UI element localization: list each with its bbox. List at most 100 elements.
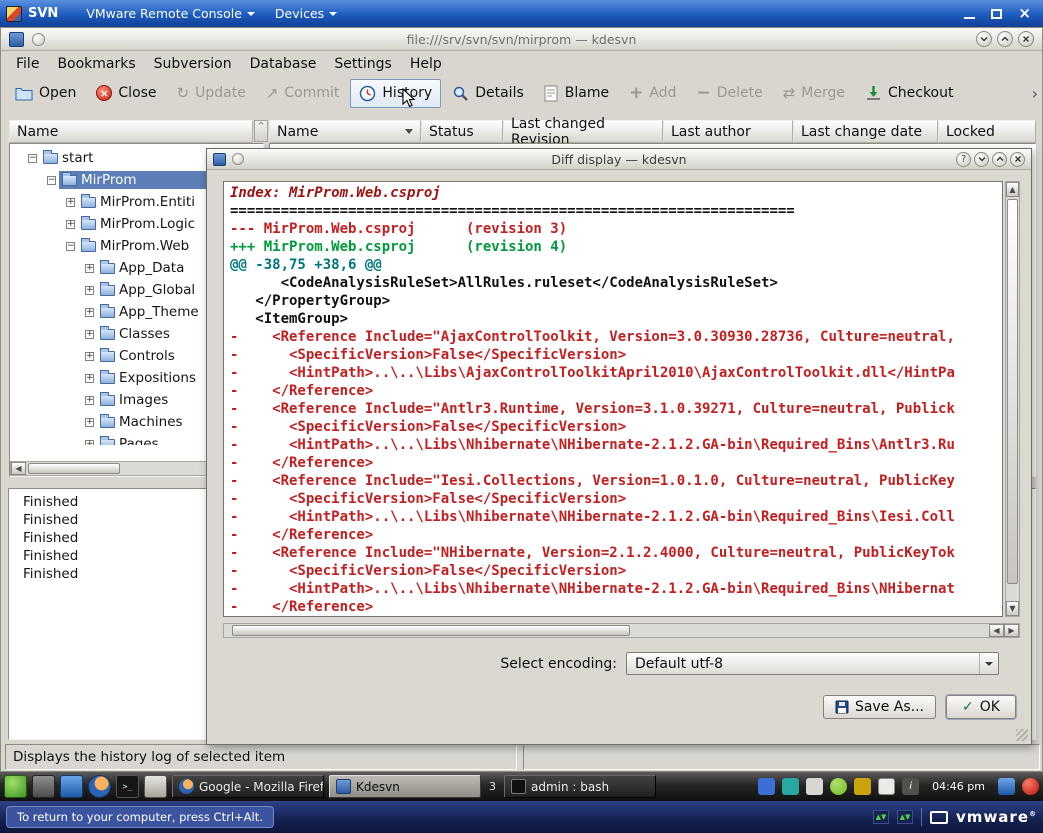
task-bash[interactable]: admin : bash xyxy=(504,775,656,798)
menu-database[interactable]: Database xyxy=(241,53,326,75)
folder-icon xyxy=(100,259,115,274)
open-button[interactable]: Open xyxy=(6,79,85,108)
column-header-date[interactable]: Last change date xyxy=(793,120,938,143)
diff-horizontal-scrollbar[interactable]: ◀ ▶ xyxy=(223,623,1020,638)
vmware-menu-console[interactable]: VMware Remote Console xyxy=(76,3,265,24)
details-button[interactable]: Details xyxy=(443,79,533,108)
scroll-left-icon[interactable]: ◀ xyxy=(11,462,26,475)
disk-activity-icon[interactable]: ▲▼ xyxy=(897,810,914,824)
show-desktop-icon[interactable] xyxy=(32,775,55,798)
maximize-button[interactable] xyxy=(997,31,1013,47)
expander-icon[interactable]: − xyxy=(28,153,37,163)
resize-grip[interactable] xyxy=(1016,729,1028,741)
close-button[interactable] xyxy=(1010,151,1025,167)
toolbar-overflow-icon[interactable]: › xyxy=(1032,84,1038,103)
web-browser-icon[interactable] xyxy=(60,775,83,798)
tree-column-header[interactable]: Name xyxy=(9,120,253,143)
expander-icon[interactable]: − xyxy=(66,241,75,251)
menu-help[interactable]: Help xyxy=(401,53,451,75)
network-activity-icon[interactable]: ▲▼ xyxy=(873,810,890,824)
sticky-button[interactable] xyxy=(232,153,244,165)
vmware-menu-devices[interactable]: Devices xyxy=(265,3,347,24)
column-header-revision[interactable]: Last changed Revision xyxy=(503,116,663,148)
expander-icon[interactable]: + xyxy=(85,329,94,339)
volume-icon[interactable] xyxy=(854,778,872,795)
kmenu-icon[interactable] xyxy=(4,775,27,798)
menu-subversion[interactable]: Subversion xyxy=(145,53,241,75)
clock[interactable]: 04:46 pm xyxy=(926,780,991,793)
minimize-button[interactable] xyxy=(964,16,976,19)
scroll-thumb[interactable] xyxy=(232,625,630,636)
expander-icon[interactable]: + xyxy=(85,351,94,361)
wallet-icon[interactable] xyxy=(758,778,776,795)
blame-button[interactable]: Blame xyxy=(535,79,618,108)
task-firefox[interactable]: Google - Mozilla Firef... xyxy=(172,775,324,798)
shutdown-icon[interactable] xyxy=(1022,778,1039,795)
expander-icon[interactable]: + xyxy=(85,307,94,317)
scroll-thumb[interactable] xyxy=(1007,199,1018,584)
checkout-button[interactable]: Checkout xyxy=(856,79,963,108)
close-repo-button[interactable]: × Close xyxy=(87,79,165,108)
expander-icon[interactable]: + xyxy=(85,285,94,295)
scroll-left-icon[interactable]: ◀ xyxy=(989,624,1004,637)
diff-vertical-scrollbar[interactable]: ▲ ▼ xyxy=(1005,181,1020,617)
info-icon[interactable]: i xyxy=(902,778,920,795)
kdesvn-app-icon xyxy=(9,31,24,47)
add-button: + Add xyxy=(629,83,677,103)
minimize-button[interactable] xyxy=(974,151,989,167)
help-button[interactable]: ? xyxy=(956,151,971,167)
kdesvn-icon xyxy=(336,779,351,794)
menu-bookmarks[interactable]: Bookmarks xyxy=(48,53,144,75)
task-kdesvn[interactable]: Kdesvn xyxy=(329,775,481,798)
column-header-author[interactable]: Last author xyxy=(663,120,793,143)
folder-icon xyxy=(100,435,115,445)
column-header-locked[interactable]: Locked xyxy=(938,120,1036,143)
keyboard-icon[interactable] xyxy=(144,775,167,798)
expander-icon[interactable]: + xyxy=(85,263,94,273)
konsole-icon[interactable]: >_ xyxy=(116,775,139,798)
suse-icon[interactable] xyxy=(830,778,848,795)
sticky-button[interactable] xyxy=(32,32,45,46)
scroll-right-icon[interactable]: ▶ xyxy=(1004,624,1019,637)
diff-line: - <HintPath>..\..\Libs\AjaxControlToolki… xyxy=(230,365,955,381)
expander-icon[interactable]: + xyxy=(66,219,75,229)
splitter-collapse-icon[interactable]: ^ xyxy=(254,120,268,142)
save-as-button[interactable]: Save As... xyxy=(823,695,936,719)
scroll-up-icon[interactable]: ▲ xyxy=(1006,182,1019,197)
combo-arrow-icon[interactable] xyxy=(979,653,998,674)
firefox-icon[interactable] xyxy=(88,775,111,798)
diff-line: - <Reference Include="Iesi.Collections, … xyxy=(230,473,955,489)
expander-icon[interactable]: + xyxy=(85,373,94,383)
close-button[interactable]: × xyxy=(1018,6,1031,21)
klipper-icon[interactable] xyxy=(878,778,896,795)
expander-icon[interactable]: + xyxy=(66,197,75,207)
minimize-button[interactable] xyxy=(976,31,992,47)
commit-button: ↗ Commit xyxy=(265,84,340,102)
close-button[interactable] xyxy=(1018,31,1034,47)
checkout-icon xyxy=(866,86,880,100)
menu-settings[interactable]: Settings xyxy=(325,53,400,75)
tablet-icon[interactable] xyxy=(806,778,824,795)
pager-desktop[interactable]: 3 xyxy=(486,780,499,793)
display-icon[interactable] xyxy=(998,778,1015,795)
tea-icon[interactable] xyxy=(782,778,800,795)
diff-text-view[interactable]: Index: MirProm.Web.csproj ==============… xyxy=(223,181,1003,617)
maximize-button[interactable] xyxy=(992,151,1007,167)
delete-icon: − xyxy=(696,83,711,103)
column-header-name[interactable]: Name xyxy=(269,120,421,143)
history-button[interactable]: History xyxy=(350,78,442,108)
expander-icon[interactable]: + xyxy=(85,417,94,427)
scroll-down-icon[interactable]: ▼ xyxy=(1006,601,1019,616)
status-message: Displays the history log of selected ite… xyxy=(5,744,517,770)
maximize-button[interactable] xyxy=(991,8,1003,19)
ok-button[interactable]: ✓ OK xyxy=(946,695,1016,719)
menu-file[interactable]: File xyxy=(7,53,48,75)
expander-icon[interactable]: − xyxy=(47,175,56,185)
save-floppy-icon xyxy=(835,700,849,714)
history-clock-icon xyxy=(360,85,376,101)
expander-icon[interactable]: + xyxy=(85,439,94,445)
column-header-status[interactable]: Status xyxy=(421,120,503,143)
expander-icon[interactable]: + xyxy=(85,395,94,405)
encoding-select[interactable]: Default utf-8 xyxy=(626,652,999,675)
scroll-thumb[interactable] xyxy=(28,463,120,474)
